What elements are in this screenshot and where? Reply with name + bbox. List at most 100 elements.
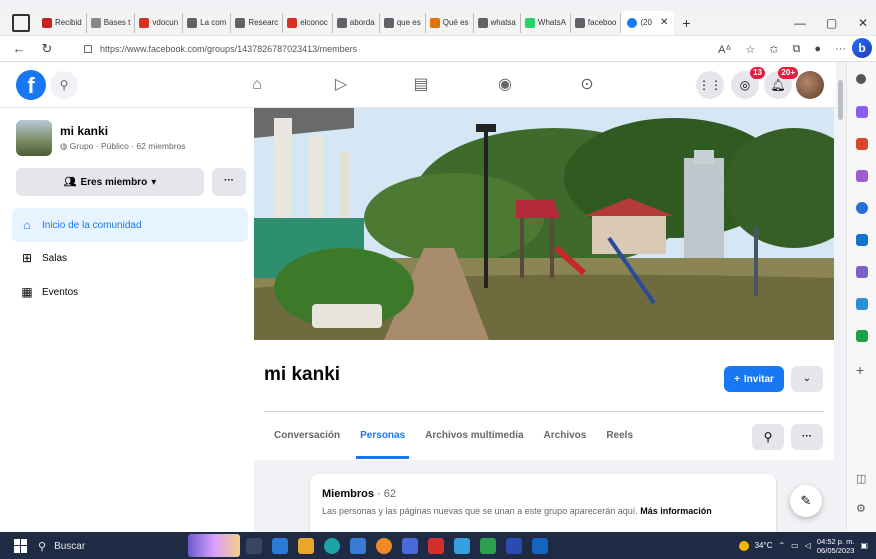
games-icon[interactable]	[856, 202, 868, 214]
clock[interactable]: 04:52 p. m. 06/05/2023	[817, 537, 855, 555]
designer-icon[interactable]	[856, 266, 868, 278]
read-aloud-icon[interactable]: Aᐞ	[718, 43, 731, 56]
file-explorer-icon[interactable]	[298, 538, 314, 554]
browser-tab[interactable]: whatsa	[474, 12, 521, 33]
search-sidebar-icon[interactable]	[856, 74, 866, 84]
groups-nav-icon[interactable]: ◉	[494, 74, 516, 96]
caret-down-icon: ▾	[151, 176, 157, 188]
browser-tab[interactable]: Researc	[231, 12, 284, 33]
page-scrollbar-track[interactable]	[836, 62, 846, 532]
pdf-reader-icon[interactable]	[428, 538, 444, 554]
facebook-logo-icon[interactable]: f	[16, 70, 46, 100]
divider	[264, 411, 824, 412]
word-icon[interactable]	[506, 538, 522, 554]
close-window-button[interactable]: ✕	[858, 10, 868, 36]
browser-tab[interactable]: WhatsA	[521, 12, 571, 33]
browser-tab[interactable]: Qué es	[426, 12, 474, 33]
favorite-icon[interactable]: ☆	[745, 43, 755, 56]
drop-icon[interactable]	[856, 298, 868, 310]
close-tab-icon[interactable]: ✕	[660, 17, 668, 28]
network-icon[interactable]: ▭	[791, 541, 799, 550]
new-tab-icon[interactable]: +	[682, 15, 690, 31]
browser-tab[interactable]: La com	[183, 12, 232, 33]
taskbar-search[interactable]: ⚲ Buscar	[38, 536, 178, 556]
task-view-icon[interactable]	[246, 538, 262, 554]
windows-start-icon[interactable]	[14, 538, 28, 553]
group-search-button[interactable]: ⚲	[752, 424, 784, 450]
browser-tab[interactable]: aborda	[333, 12, 380, 33]
sidebar-item-label: Inicio de la comunidad	[42, 219, 142, 231]
teams-icon[interactable]	[402, 538, 418, 554]
marketplace-nav-icon[interactable]: ▤	[410, 74, 432, 96]
bing-icon[interactable]: b	[852, 38, 872, 58]
browser-tab[interactable]: vdocun	[135, 12, 184, 33]
add-icon[interactable]: +	[856, 362, 864, 378]
sidebar-item-rooms[interactable]: ⊞ Salas	[12, 241, 248, 275]
discover-icon[interactable]	[856, 106, 868, 118]
settings-more-icon[interactable]: ···	[835, 43, 846, 55]
menu-grid-icon[interactable]: ⋮⋮	[696, 71, 724, 99]
tab-favicon-icon	[429, 17, 440, 28]
home-nav-icon[interactable]: ⌂	[246, 74, 268, 96]
photos-icon[interactable]	[454, 538, 470, 554]
temperature[interactable]: 34°C	[755, 541, 773, 550]
sidebar-item-events[interactable]: ▦ Eventos	[12, 275, 248, 309]
tab-actions-icon[interactable]	[12, 13, 30, 32]
video-nav-icon[interactable]: ▷	[330, 74, 352, 96]
new-message-button[interactable]: ✎	[790, 485, 822, 517]
tabs-more-button[interactable]: ···	[791, 424, 823, 450]
sidebar-settings-icon[interactable]: ⚙	[856, 502, 866, 515]
browser-tab[interactable]: faceboo	[571, 12, 622, 33]
member-status-button[interactable]: 👥︎ Eres miembro ▾	[16, 168, 204, 196]
group-meta: ◍ Grupo · Público · 62 miembros	[60, 141, 186, 152]
browser-tab[interactable]: que es	[380, 12, 426, 33]
expand-button[interactable]: ⌄	[791, 366, 823, 392]
firefox-icon[interactable]	[376, 538, 392, 554]
vlc-icon[interactable]	[480, 538, 496, 554]
edge-icon[interactable]	[324, 538, 340, 554]
tab-people[interactable]: Personas	[350, 420, 415, 459]
collections-icon[interactable]: ⧉	[792, 43, 800, 56]
invite-button[interactable]: + Invitar	[724, 366, 784, 392]
search-icon[interactable]: ⚲	[50, 71, 78, 99]
url-field[interactable]: https://www.facebook.com/groups/14378267…	[84, 40, 704, 58]
widgets-icon[interactable]	[272, 538, 288, 554]
word-doc-icon[interactable]	[532, 538, 548, 554]
group-name[interactable]: mi kanki	[60, 124, 108, 138]
page-scrollbar-thumb[interactable]	[838, 80, 843, 120]
tab-reels[interactable]: Reels	[596, 420, 643, 456]
edge-sidebar: + ◫ ⚙	[846, 62, 876, 532]
tools-icon[interactable]	[856, 170, 868, 182]
sidebar-toggle-icon[interactable]: ◫	[856, 472, 866, 485]
back-icon[interactable]: ←	[10, 41, 28, 56]
profile-avatar[interactable]	[796, 71, 824, 99]
browser-tab[interactable]: Recibid	[38, 12, 87, 33]
minimize-button[interactable]: —	[794, 10, 806, 36]
sidebar-item-label: Eventos	[42, 286, 79, 298]
favorites-icon[interactable]: ✩	[769, 43, 778, 56]
shopping-icon[interactable]	[856, 138, 868, 150]
notifications-icon[interactable]: 🔔︎ 20+	[764, 67, 798, 99]
store-icon[interactable]	[350, 538, 366, 554]
tray-expand-icon[interactable]: ⌃	[778, 541, 785, 550]
tab-media[interactable]: Archivos multimedia	[415, 420, 533, 456]
group-thumbnail[interactable]	[16, 120, 52, 156]
outlook-icon[interactable]	[856, 234, 868, 246]
gaming-nav-icon[interactable]: ⊙	[576, 74, 598, 96]
notification-center-icon[interactable]: ▣	[860, 541, 868, 550]
browser-tab-active[interactable]: (20 ✕	[621, 10, 675, 35]
group-more-button[interactable]: ···	[212, 168, 246, 196]
maximize-button[interactable]: ▢	[826, 10, 837, 36]
browser-tab[interactable]: Bases t	[87, 12, 136, 33]
profile-icon[interactable]: ●	[814, 43, 821, 55]
refresh-icon[interactable]: ↻	[38, 41, 56, 57]
tab-files[interactable]: Archivos	[534, 420, 597, 456]
messenger-icon[interactable]: ◎ 13	[731, 67, 765, 99]
tree-icon[interactable]	[856, 330, 868, 342]
more-info-link[interactable]: Más información	[640, 506, 712, 516]
sidebar-item-community-home[interactable]: ⌂ Inicio de la comunidad	[12, 208, 248, 242]
browser-tab[interactable]: elconoc	[283, 12, 333, 33]
volume-icon[interactable]: ◁	[805, 541, 811, 550]
tab-favicon-icon	[336, 17, 347, 28]
tab-conversation[interactable]: Conversación	[264, 420, 350, 456]
